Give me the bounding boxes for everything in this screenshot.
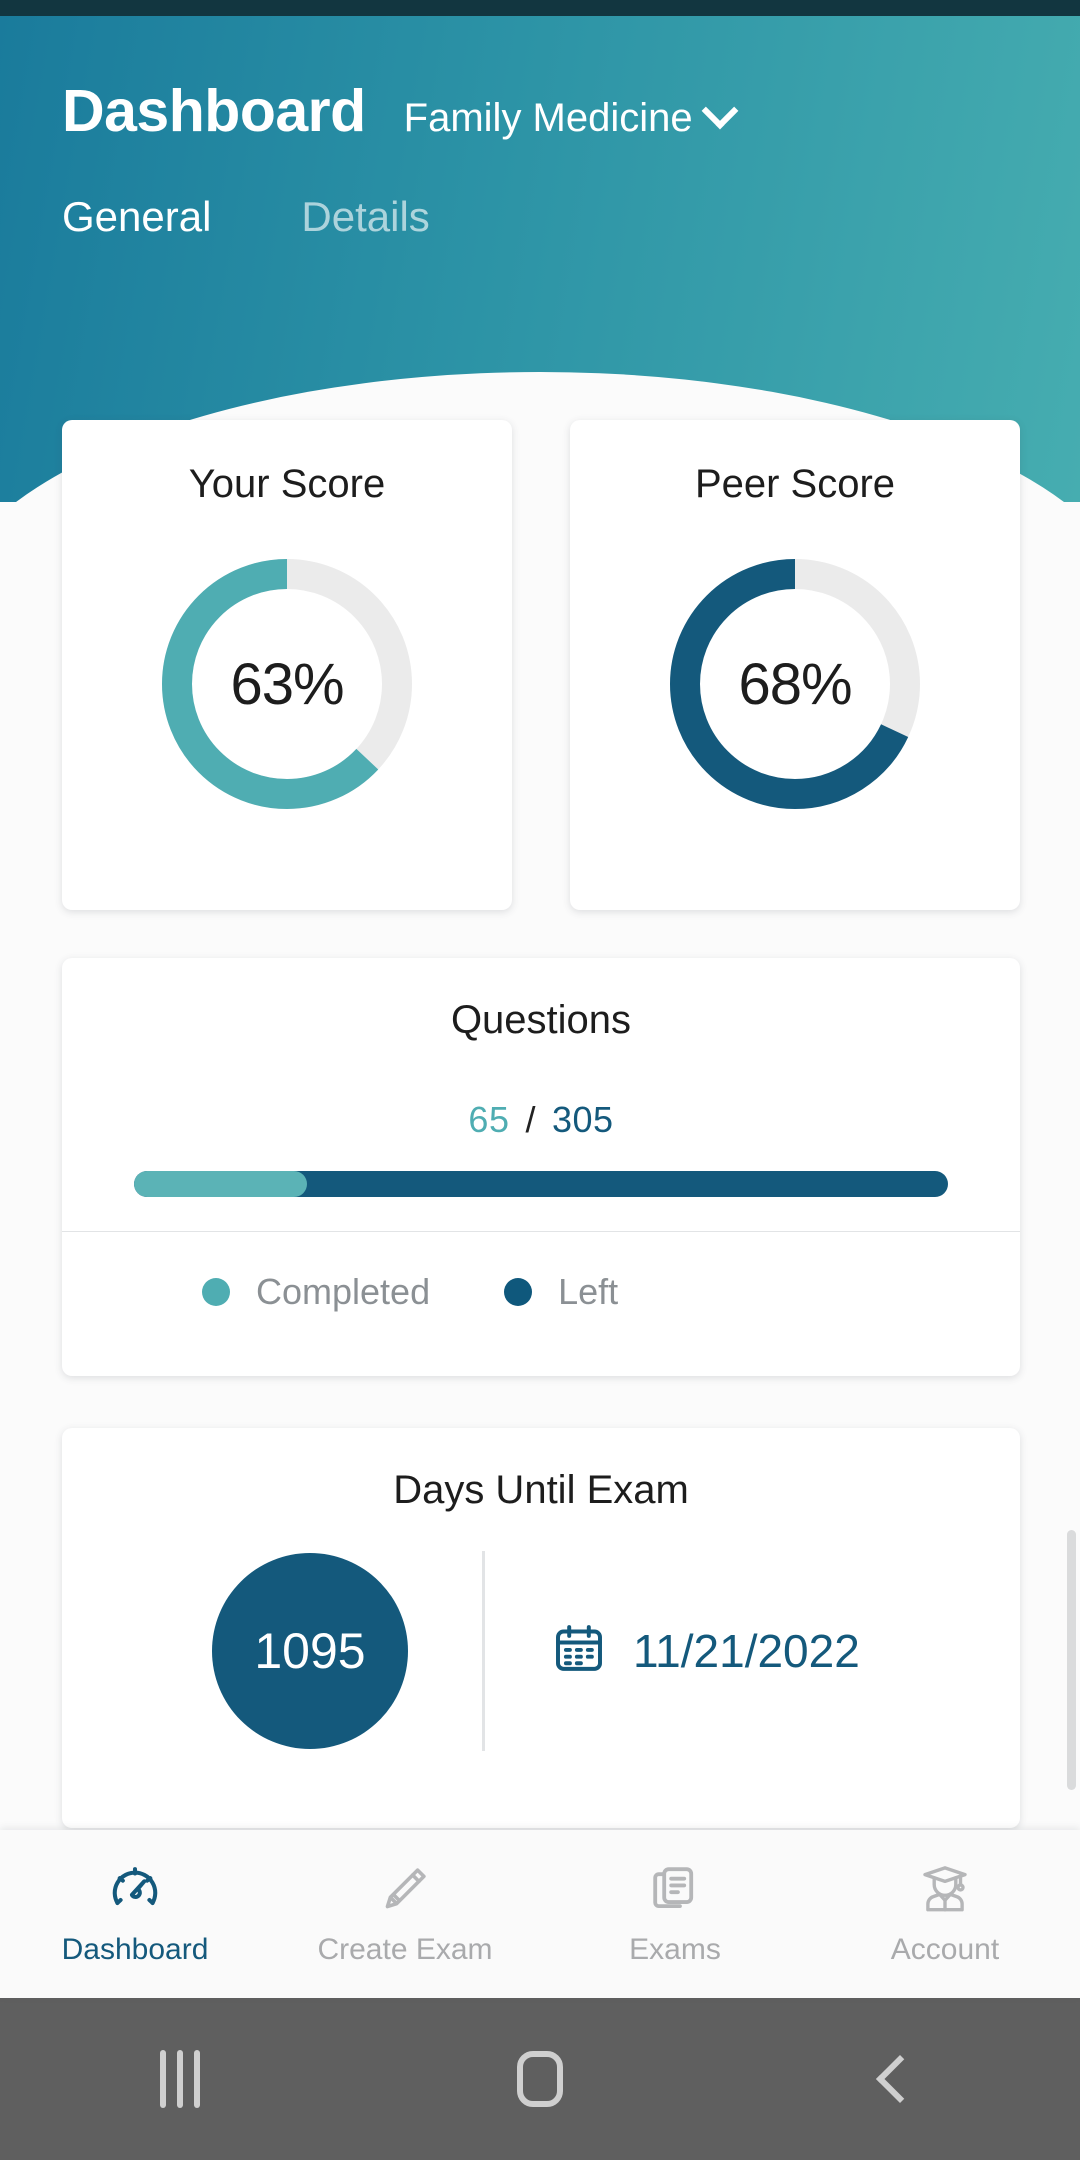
score-cards-row: Your Score 63% Peer Score 68%: [62, 420, 1020, 910]
peer-score-title: Peer Score: [694, 462, 896, 506]
legend-dot-left-icon: [504, 1278, 533, 1306]
legend-item-completed: Completed: [202, 1271, 430, 1313]
android-system-nav: [0, 1998, 1080, 2160]
peer-score-card[interactable]: Peer Score 68%: [570, 420, 1020, 910]
documents-icon: [648, 1862, 702, 1921]
bottom-navigation: Dashboard Create Exam Exams Account: [0, 1830, 1080, 1998]
sysnav-home-button[interactable]: [360, 1998, 720, 2160]
your-score-title: Your Score: [188, 462, 386, 506]
exam-date: 11/21/2022: [633, 1625, 860, 1677]
questions-total-count: 305: [551, 1099, 614, 1140]
nav-label-account: Account: [890, 1932, 1000, 1966]
gauge-icon: [108, 1862, 162, 1921]
scrollbar-thumb[interactable]: [1067, 1530, 1076, 1790]
days-count-badge: 1095: [212, 1553, 408, 1749]
graduate-icon: [918, 1862, 972, 1921]
days-until-exam-body: 1095 11/21/2022: [62, 1551, 1020, 1751]
nav-item-dashboard[interactable]: Dashboard: [0, 1830, 270, 1998]
nav-item-account[interactable]: Account: [810, 1830, 1080, 1998]
back-icon: [875, 2054, 925, 2104]
dashboard-content: Your Score 63% Peer Score 68% Questions …: [0, 0, 1080, 1830]
nav-label-exams: Exams: [629, 1932, 721, 1966]
app-screen: Dashboard Family Medicine General Detail…: [0, 0, 1080, 2160]
questions-progress-fill: [134, 1171, 308, 1197]
nav-label-dashboard: Dashboard: [61, 1932, 209, 1966]
questions-completed-count: 65: [468, 1099, 510, 1140]
nav-item-create-exam[interactable]: Create Exam: [270, 1830, 540, 1998]
legend-dot-completed-icon: [202, 1278, 230, 1306]
home-icon: [517, 2051, 563, 2107]
legend-label-completed: Completed: [256, 1271, 431, 1312]
sysnav-back-button[interactable]: [720, 1998, 1080, 2160]
questions-title: Questions: [450, 998, 632, 1042]
days-until-exam-title: Days Until Exam: [393, 1468, 689, 1512]
days-until-exam-card[interactable]: Days Until Exam 1095 11/21/2022: [62, 1428, 1020, 1828]
your-score-value: 63%: [230, 651, 344, 717]
questions-progress-bar: [134, 1171, 948, 1197]
calendar-icon: [551, 1621, 607, 1682]
questions-count-separator: /: [525, 1099, 536, 1140]
nav-label-create-exam: Create Exam: [317, 1932, 493, 1966]
pencil-icon: [378, 1862, 432, 1921]
nav-item-exams[interactable]: Exams: [540, 1830, 810, 1998]
legend-label-left: Left: [558, 1271, 619, 1312]
questions-card[interactable]: Questions 65 / 305 Completed Left: [62, 958, 1020, 1376]
questions-legend: Completed Left: [62, 1232, 1020, 1352]
days-divider: [482, 1551, 485, 1751]
legend-item-left: Left: [504, 1271, 618, 1313]
sysnav-recents-button[interactable]: [0, 1998, 360, 2160]
exam-date-group: 11/21/2022: [551, 1621, 860, 1682]
questions-counts: 65 / 305: [62, 1099, 1020, 1141]
your-score-card[interactable]: Your Score 63%: [62, 420, 512, 910]
peer-score-value: 68%: [738, 651, 852, 717]
recents-icon: [160, 2050, 200, 2108]
peer-score-donut: 68%: [660, 549, 930, 819]
your-score-donut: 63%: [152, 549, 422, 819]
